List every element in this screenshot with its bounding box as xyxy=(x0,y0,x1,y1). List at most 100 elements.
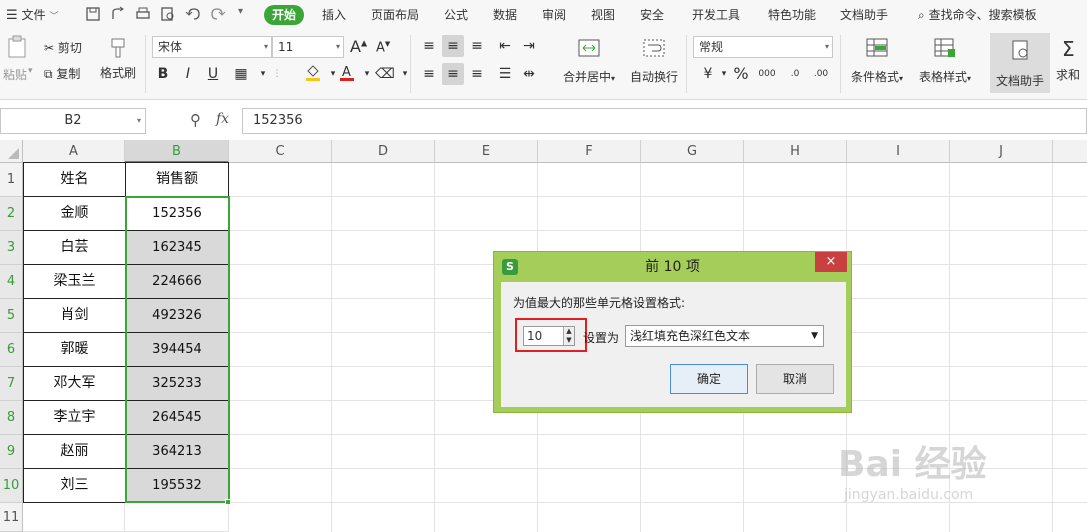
export-icon[interactable] xyxy=(110,6,126,22)
font-name-select[interactable]: 宋体 ▾ xyxy=(152,36,272,58)
paste-dropdown-icon[interactable]: ▾ xyxy=(28,66,33,76)
decrease-indent-button[interactable]: ⇤ xyxy=(494,35,516,57)
align-top-button[interactable]: ≡ xyxy=(418,35,440,57)
cell-a9[interactable]: 赵丽 xyxy=(23,434,126,469)
cancel-button[interactable]: 取消 xyxy=(756,364,834,394)
column-header-b[interactable]: B xyxy=(125,140,229,163)
undo-icon[interactable] xyxy=(185,6,201,22)
align-right-button[interactable]: ≡ xyxy=(466,63,488,85)
column-header-e[interactable]: E xyxy=(435,140,538,163)
formula-input[interactable]: 152356 xyxy=(242,108,1087,134)
cell-a8[interactable]: 李立宇 xyxy=(23,400,126,435)
print-icon[interactable] xyxy=(135,6,151,22)
tab-page-layout[interactable]: 页面布局 xyxy=(371,5,419,25)
tab-developer[interactable]: 开发工具 xyxy=(692,5,740,25)
tab-security[interactable]: 安全 xyxy=(640,5,664,25)
cell-b10[interactable]: 195532 xyxy=(125,468,229,503)
row-header-3[interactable]: 3 xyxy=(0,231,23,265)
bold-button[interactable]: B xyxy=(152,63,174,85)
cell-b9[interactable]: 364213 xyxy=(125,434,229,469)
ok-button[interactable]: 确定 xyxy=(670,364,748,394)
file-menu[interactable]: ☰ 文件 ﹀ xyxy=(6,5,58,25)
cell-a7[interactable]: 邓大军 xyxy=(23,366,126,401)
decrease-font-button[interactable]: A▼ xyxy=(376,40,390,55)
justify-button[interactable]: ☰ xyxy=(494,63,516,85)
font-color-button[interactable]: A xyxy=(336,63,358,85)
row-header-5[interactable]: 5 xyxy=(0,299,23,333)
column-header-c[interactable]: C xyxy=(229,140,332,163)
italic-button[interactable]: I xyxy=(177,63,199,85)
customize-dropdown-icon[interactable]: ▾ xyxy=(238,6,254,22)
merge-center-button[interactable]: 合并居中▾ xyxy=(558,37,620,85)
clear-button[interactable]: ⌫ xyxy=(374,63,396,85)
cell-a1[interactable]: 姓名 xyxy=(23,162,126,197)
column-header-f[interactable]: F xyxy=(538,140,641,163)
column-header-i[interactable]: I xyxy=(847,140,950,163)
row-header-8[interactable]: 8 xyxy=(0,401,23,435)
row-header-2[interactable]: 2 xyxy=(0,197,23,231)
column-header-h[interactable]: H xyxy=(744,140,847,163)
thousands-button[interactable]: 000 xyxy=(756,63,778,85)
table-style-button[interactable]: 表格样式▾ xyxy=(914,37,976,85)
fill-handle[interactable] xyxy=(225,499,231,505)
row-header-10[interactable]: 10 xyxy=(0,469,23,503)
underline-button[interactable]: U xyxy=(202,63,224,85)
increase-font-button[interactable]: A▲ xyxy=(350,37,367,56)
increase-indent-button[interactable]: ⇥ xyxy=(518,35,540,57)
cell-b3[interactable]: 162345 xyxy=(125,230,229,265)
cell-a5[interactable]: 肖剑 xyxy=(23,298,126,333)
border-button[interactable]: ▦ xyxy=(230,63,252,85)
fx-label[interactable]: fx xyxy=(216,111,229,127)
tab-doc-helper[interactable]: 文档助手 xyxy=(840,5,888,25)
redo-icon[interactable] xyxy=(210,6,226,22)
spin-down-button[interactable]: ▼ xyxy=(563,336,574,345)
doc-helper-button[interactable]: 文档助手 xyxy=(990,33,1050,93)
cell-b7[interactable]: 325233 xyxy=(125,366,229,401)
distribute-button[interactable]: ⇹ xyxy=(518,63,540,85)
align-left-button[interactable]: ≡ xyxy=(418,63,440,85)
row-header-1[interactable]: 1 xyxy=(0,163,23,197)
command-search[interactable]: ⌕ 查找命令、搜索模板 xyxy=(918,5,1037,25)
row-header-9[interactable]: 9 xyxy=(0,435,23,469)
column-header-j[interactable]: J xyxy=(950,140,1053,163)
zoom-icon[interactable]: ⚲ xyxy=(190,111,201,129)
align-bottom-button[interactable]: ≡ xyxy=(466,35,488,57)
align-center-button[interactable]: ≡ xyxy=(442,63,464,85)
cell-b4[interactable]: 224666 xyxy=(125,264,229,299)
tab-home[interactable]: 开始 xyxy=(264,5,305,25)
row-header-11[interactable]: 11 xyxy=(0,503,23,532)
conditional-format-button[interactable]: 条件格式▾ xyxy=(846,37,908,85)
font-size-select[interactable]: 11 ▾ xyxy=(272,36,344,58)
increase-decimal-button[interactable]: .0 xyxy=(784,63,806,85)
spin-up-button[interactable]: ▲ xyxy=(563,327,574,336)
column-header-g[interactable]: G xyxy=(641,140,744,163)
wrap-text-button[interactable]: 自动换行 xyxy=(626,37,682,85)
tab-insert[interactable]: 插入 xyxy=(322,5,346,25)
name-box[interactable]: B2 ▾ xyxy=(0,108,146,134)
number-format-select[interactable]: 常规 ▾ xyxy=(693,36,833,58)
format-painter-button[interactable]: 格式刷 xyxy=(98,37,138,81)
tab-features[interactable]: 特色功能 xyxy=(768,5,816,25)
cell-b11[interactable] xyxy=(125,503,229,532)
cell-b6[interactable]: 394454 xyxy=(125,332,229,367)
tab-review[interactable]: 审阅 xyxy=(542,5,566,25)
cell-a11[interactable] xyxy=(23,503,125,532)
cell-a2[interactable]: 金顺 xyxy=(23,196,126,231)
column-header-d[interactable]: D xyxy=(332,140,435,163)
percent-button[interactable]: % xyxy=(730,63,752,85)
row-header-6[interactable]: 6 xyxy=(0,333,23,367)
cell-a3[interactable]: 白芸 xyxy=(23,230,126,265)
row-header-7[interactable]: 7 xyxy=(0,367,23,401)
tab-data[interactable]: 数据 xyxy=(493,5,517,25)
cell-a6[interactable]: 郭暖 xyxy=(23,332,126,367)
sum-button[interactable]: Σ 求和 xyxy=(1056,37,1087,83)
format-style-select[interactable]: 浅红填充色深红色文本 ▼ xyxy=(625,325,824,347)
cell-b2[interactable]: 152356 xyxy=(125,196,229,231)
fill-color-button[interactable] xyxy=(302,63,324,85)
column-header-a[interactable]: A xyxy=(23,140,125,163)
cell-a4[interactable]: 梁玉兰 xyxy=(23,264,126,299)
clear-dropdown-icon[interactable]: ▾ xyxy=(394,63,416,85)
cell-a10[interactable]: 刘三 xyxy=(23,468,126,503)
select-all-corner[interactable] xyxy=(0,140,23,163)
copy-button[interactable]: ⧉ 复制 xyxy=(44,65,80,82)
